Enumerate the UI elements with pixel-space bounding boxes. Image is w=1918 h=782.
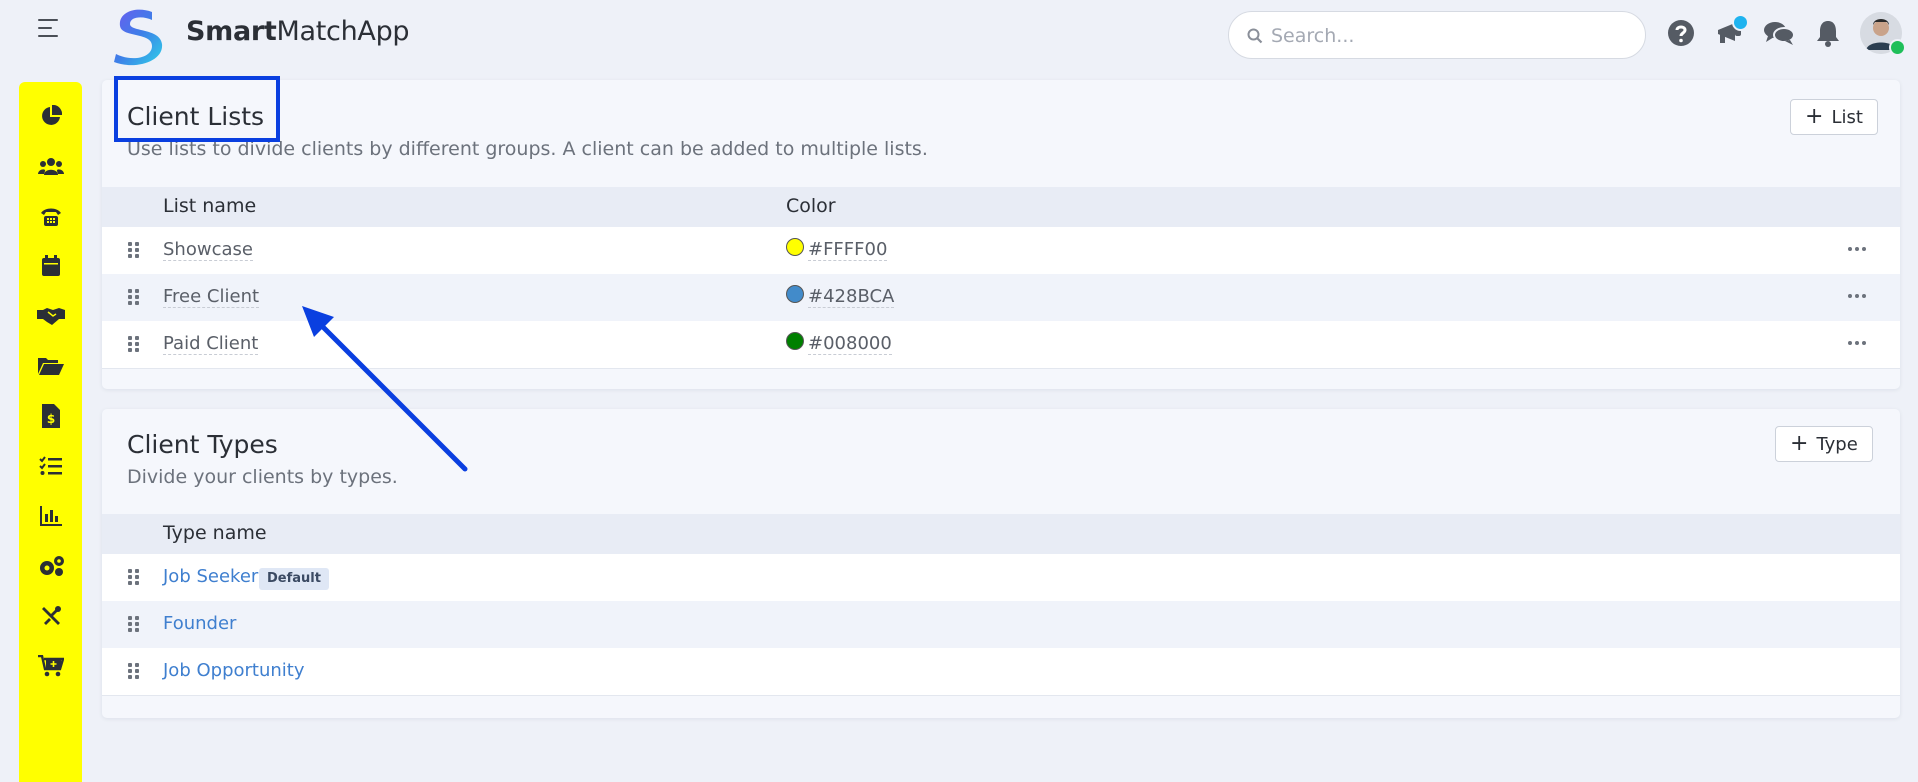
column-header: List name	[163, 195, 257, 217]
color-swatch	[786, 285, 804, 303]
sidebar: $	[19, 82, 82, 782]
table-row: Job Seeker Default	[102, 554, 1900, 602]
more-options-icon[interactable]	[1842, 329, 1872, 357]
svg-text:$: $	[46, 412, 54, 426]
plus-icon: +	[1790, 431, 1809, 456]
drag-handle-icon[interactable]	[128, 242, 140, 258]
search-icon	[1247, 28, 1263, 44]
clients-icon[interactable]	[19, 149, 82, 183]
app-logo	[114, 9, 163, 66]
drag-handle-icon[interactable]	[128, 616, 140, 632]
announcement-icon[interactable]	[1713, 14, 1749, 50]
drag-handle-icon[interactable]	[128, 663, 140, 679]
calendar-icon[interactable]	[19, 249, 82, 283]
invoices-icon[interactable]: $	[19, 399, 82, 433]
list-name[interactable]: Paid Client	[163, 333, 259, 355]
top-bar: SmartMatchApp	[0, 0, 1918, 72]
color-swatch	[786, 238, 804, 256]
bell-icon[interactable]	[1811, 16, 1845, 50]
app-brand[interactable]: SmartMatchApp	[186, 16, 410, 47]
column-header: Type name	[163, 522, 267, 544]
help-icon[interactable]	[1664, 16, 1698, 50]
drag-handle-icon[interactable]	[128, 336, 140, 352]
store-icon[interactable]	[19, 649, 82, 683]
notification-dot	[1732, 14, 1749, 31]
table-row: Showcase #FFFF00	[102, 227, 1900, 275]
column-header: Color	[786, 195, 836, 217]
add-type-button[interactable]: + Type	[1775, 426, 1873, 462]
more-options-icon[interactable]	[1842, 282, 1872, 310]
drag-handle-icon[interactable]	[128, 289, 140, 305]
type-name-link[interactable]: Job Seeker	[163, 566, 258, 587]
deals-icon[interactable]	[19, 299, 82, 333]
plus-icon: +	[1805, 104, 1824, 129]
color-value[interactable]: #008000	[808, 333, 892, 355]
default-badge: Default	[259, 568, 329, 590]
list-name[interactable]: Showcase	[163, 239, 253, 261]
calls-icon[interactable]	[19, 199, 82, 233]
list-name[interactable]: Free Client	[163, 286, 260, 308]
table-row: Job Opportunity	[102, 648, 1900, 696]
table-header: Type name	[102, 514, 1900, 554]
reports-icon[interactable]	[19, 499, 82, 533]
color-value[interactable]: #FFFF00	[808, 239, 888, 261]
card-title: Client Types	[127, 430, 278, 459]
add-list-button[interactable]: + List	[1790, 99, 1878, 135]
table-header: List name Color	[102, 187, 1900, 227]
color-swatch	[786, 332, 804, 350]
table-row: Founder	[102, 601, 1900, 649]
settings-icon[interactable]	[19, 549, 82, 583]
search-input[interactable]	[1269, 20, 1633, 52]
tools-icon[interactable]	[19, 599, 82, 633]
drag-handle-icon[interactable]	[128, 569, 140, 585]
menu-toggle-icon[interactable]	[38, 19, 60, 37]
online-status-dot	[1889, 39, 1906, 56]
tasks-icon[interactable]	[19, 449, 82, 483]
annotation-highlight-box	[114, 76, 280, 142]
dashboard-icon[interactable]	[19, 99, 82, 133]
search-box[interactable]	[1228, 11, 1646, 59]
type-name-link[interactable]: Founder	[163, 613, 236, 634]
folders-icon[interactable]	[19, 349, 82, 383]
more-options-icon[interactable]	[1842, 235, 1872, 263]
annotation-arrow	[302, 306, 468, 472]
color-value[interactable]: #428BCA	[808, 286, 895, 308]
chat-icon[interactable]	[1762, 16, 1796, 50]
user-avatar[interactable]	[1860, 12, 1906, 56]
type-name-link[interactable]: Job Opportunity	[163, 660, 305, 681]
